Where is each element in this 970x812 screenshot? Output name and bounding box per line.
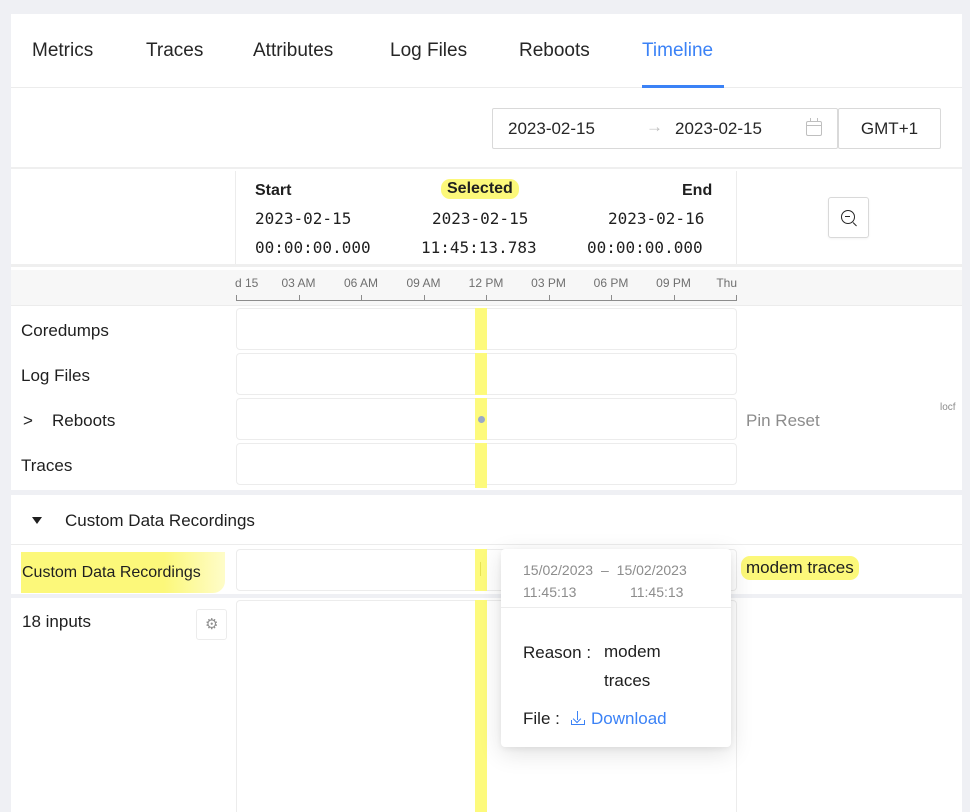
download-label: Download	[591, 709, 667, 728]
reboot-reason: Pin Reset	[746, 411, 820, 430]
date-range-bar: 2023-02-15 → 2023-02-15 GMT+1	[11, 89, 962, 169]
tooltip-from-date: 15/02/2023	[523, 562, 594, 578]
event-tooltip: 15/02/2023 – 15/02/2023 11:45:13 11:45:13…	[501, 549, 731, 747]
tooltip-reason-label: Reason :	[523, 643, 592, 662]
tooltip-to-date: 15/02/2023	[616, 562, 687, 578]
section-header[interactable]: Custom Data Recordings	[11, 497, 962, 545]
range-start-input[interactable]: 2023-02-15	[508, 119, 595, 139]
axis-tick	[361, 295, 362, 301]
recording-reason-highlight: modem traces	[741, 556, 859, 580]
axis-tick-label: 09 AM	[406, 276, 441, 290]
tooltip-divider	[501, 607, 731, 608]
selected-time: 11:45:13.783	[421, 238, 537, 257]
tooltip-from-time: 11:45:13	[523, 584, 577, 600]
reboot-event-dot[interactable]	[478, 416, 485, 423]
timeline-header: Start 2023-02-15 00:00:00.000 Selected 2…	[11, 171, 962, 267]
caret-down-icon[interactable]	[32, 517, 42, 524]
download-icon	[571, 711, 585, 725]
start-time: 00:00:00.000	[255, 238, 371, 257]
gear-icon: ⚙	[205, 616, 219, 633]
axis-tick-label: 12 PM	[468, 276, 504, 290]
tooltip-reason-value: modem traces	[604, 642, 661, 690]
selected-time-marker	[475, 443, 487, 488]
tab-metrics[interactable]: Metrics	[32, 40, 93, 62]
section-separator	[11, 490, 962, 495]
expand-chevron-icon[interactable]: >	[23, 411, 33, 431]
start-date: 2023-02-15	[255, 209, 352, 228]
selected-label: Selected	[441, 179, 519, 199]
selected-time-marker	[475, 308, 487, 350]
zoom-out-button[interactable]	[828, 197, 869, 238]
calendar-icon[interactable]	[806, 118, 822, 136]
date-range-picker[interactable]: 2023-02-15 → 2023-02-15	[492, 108, 838, 149]
row-label-coredumps: Coredumps	[21, 321, 109, 340]
selected-time-marker	[475, 600, 487, 812]
tooltip-time-range: 15/02/2023 – 15/02/2023 11:45:13 11:45:13	[523, 559, 687, 603]
axis-tick	[486, 295, 487, 301]
active-tab-indicator	[642, 85, 724, 88]
range-end-input[interactable]: 2023-02-15	[675, 119, 762, 139]
divider	[736, 171, 737, 264]
axis-tick-label: 03 AM	[281, 276, 316, 290]
end-date: 2023-02-16	[608, 209, 705, 228]
tooltip-to-time: 11:45:13	[630, 584, 684, 600]
start-label: Start	[255, 182, 292, 199]
axis-tick-label: 03 PM	[531, 276, 566, 290]
timeline-panel: Metrics Traces Attributes Log Files Rebo…	[11, 14, 962, 812]
selected-time-marker	[475, 353, 487, 395]
row-label-traces: Traces	[21, 456, 73, 475]
section-separator	[11, 594, 962, 598]
tooltip-file-label: File :	[523, 709, 560, 728]
axis-tick-label: 06 PM	[593, 276, 629, 290]
axis-tick	[548, 295, 550, 301]
selected-date: 2023-02-15	[432, 209, 529, 228]
row-label-custom-data-recordings: Custom Data Recordings	[21, 552, 225, 593]
row-label-reboots[interactable]: Reboots	[52, 411, 115, 431]
tab-log-files[interactable]: Log Files	[390, 40, 467, 62]
download-link[interactable]: Download	[571, 709, 667, 729]
tab-reboots[interactable]: Reboots	[519, 40, 590, 62]
selected-time-marker	[475, 549, 487, 591]
inputs-count: 18 inputs	[22, 612, 91, 631]
axis-tick-label: Thu	[716, 276, 737, 290]
axis-tick-label: 09 PM	[656, 276, 691, 290]
row-label-log-files: Log Files	[21, 366, 90, 385]
axis-tick	[236, 295, 237, 301]
settings-button[interactable]: ⚙	[196, 609, 227, 640]
tooltip-dash: –	[600, 562, 609, 578]
axis-tick	[673, 295, 675, 301]
timezone-button[interactable]: GMT+1	[838, 108, 941, 149]
end-label: End	[682, 182, 713, 199]
axis-tick	[611, 295, 612, 301]
locf-tag: locf	[940, 402, 956, 413]
tab-traces[interactable]: Traces	[146, 40, 203, 62]
axis-tick	[423, 295, 425, 301]
axis-tick-label: d 15	[235, 276, 259, 290]
section-title: Custom Data Recordings	[65, 511, 255, 530]
axis-tick	[736, 295, 737, 301]
time-axis: d 15 03 AM 06 AM 09 AM 12 PM 03 PM 06 PM 09 PM T…	[11, 270, 962, 306]
tab-timeline[interactable]: Timeline	[642, 40, 713, 62]
recording-event-mark[interactable]	[480, 562, 481, 576]
end-time: 00:00:00.000	[587, 238, 703, 257]
range-arrow-icon: →	[646, 117, 663, 136]
axis-tick-label: 06 AM	[343, 276, 379, 290]
axis-tick	[298, 295, 300, 301]
tab-bar: Metrics Traces Attributes Log Files Rebo…	[11, 14, 962, 88]
zoom-out-icon-handle	[852, 222, 857, 227]
tab-attributes[interactable]: Attributes	[253, 40, 333, 62]
divider	[235, 171, 236, 264]
